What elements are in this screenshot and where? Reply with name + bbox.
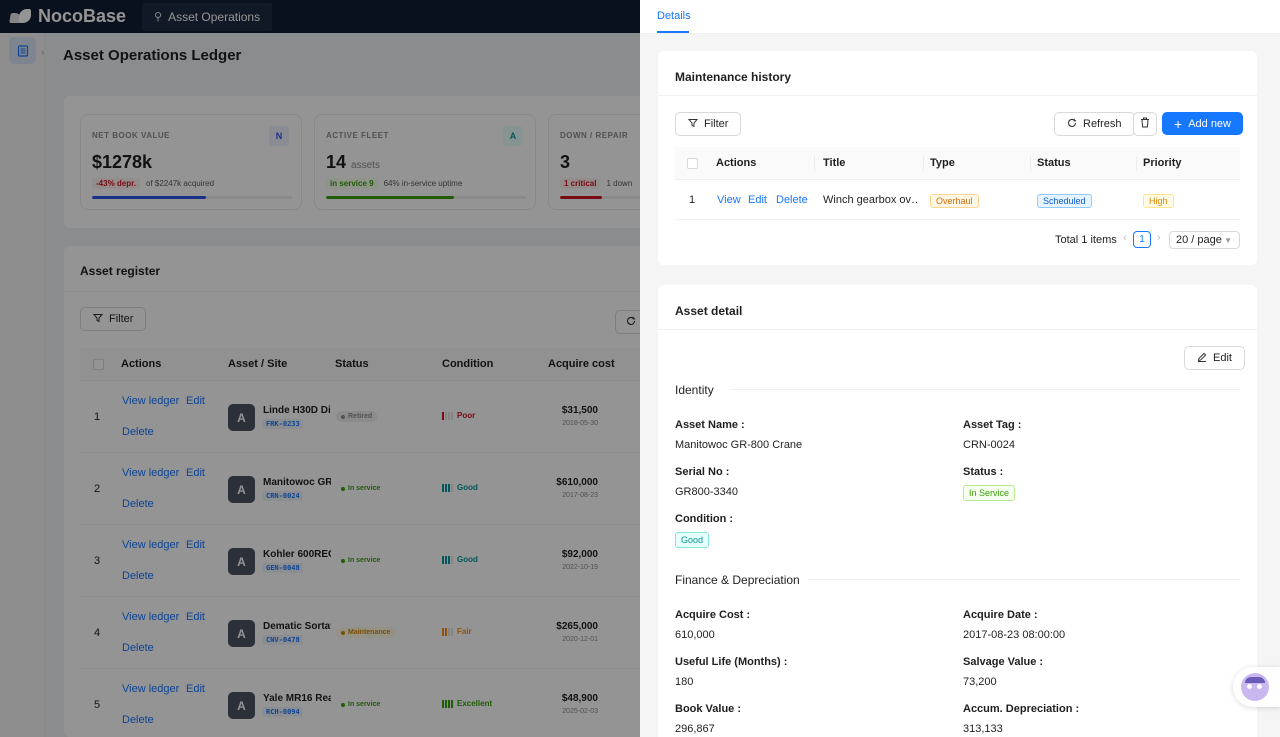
page-size-select[interactable]: 20 / page ▼ [1169, 231, 1240, 249]
card-divider [658, 329, 1257, 330]
useful-life-label: Useful Life (Months) : [675, 656, 788, 668]
status-tag: Scheduled [1037, 194, 1092, 208]
details-drawer: Details Maintenance history Filter Refre… [640, 0, 1280, 737]
column-separator [923, 156, 924, 171]
col-title[interactable]: Title [823, 157, 845, 169]
drawer-mask[interactable] [0, 0, 640, 737]
book-value: 296,867 [675, 723, 715, 735]
chevron-down-icon: ▼ [1224, 235, 1232, 245]
tab-details[interactable]: Details [657, 10, 691, 22]
asset-tag-value: CRN-0024 [963, 439, 1015, 451]
plus-icon: + [1174, 115, 1183, 132]
maintenance-filter-button[interactable]: Filter [675, 112, 742, 136]
identity-section-title: Identity [675, 383, 714, 397]
card-divider [658, 95, 1257, 96]
refresh-button[interactable]: Refresh [1054, 112, 1135, 136]
edit-link[interactable]: Edit [748, 194, 767, 206]
filter-icon [687, 118, 699, 131]
tab-active-indicator [657, 31, 689, 33]
add-new-button[interactable]: + Add new [1162, 112, 1243, 135]
maintenance-table-header: Actions Title Type Status Priority [675, 147, 1240, 180]
column-separator [1030, 156, 1031, 171]
ai-assistant-button[interactable] [1233, 667, 1280, 707]
edit-detail-button[interactable]: Edit [1184, 346, 1245, 370]
view-link[interactable]: View [717, 194, 741, 206]
pencil-icon [1197, 352, 1207, 365]
refresh-icon [1067, 118, 1077, 131]
acquire-cost-label: Acquire Cost : [675, 609, 751, 621]
edit-label: Edit [1213, 352, 1232, 364]
asset-tag-label: Asset Tag : [963, 419, 1022, 431]
column-separator [814, 156, 815, 171]
page-size-value: 20 / page [1176, 234, 1222, 246]
status-label: Status : [963, 466, 1004, 478]
column-separator [1136, 156, 1137, 171]
maintenance-history-card: Maintenance history Filter Refresh + Add… [658, 51, 1257, 265]
serial-value: GR800-3340 [675, 486, 738, 498]
useful-life-value: 180 [675, 676, 694, 688]
trash-icon [1140, 117, 1150, 131]
maintenance-history-title: Maintenance history [675, 70, 792, 84]
acquire-date-label: Acquire Date : [963, 609, 1038, 621]
asset-detail-title: Asset detail [675, 304, 743, 318]
drawer-tabs: Details [640, 0, 1280, 34]
table-row: 1 View Edit Delete Winch gearbox ov… Ove… [675, 180, 1240, 220]
delete-link[interactable]: Delete [776, 194, 808, 206]
asset-name-label: Asset Name : [675, 419, 745, 431]
status-tag: In Service [963, 485, 1016, 501]
salvage-value: 73,200 [963, 676, 997, 688]
acquire-date-value: 2017-08-23 08:00:00 [963, 629, 1066, 641]
col-status[interactable]: Status [1037, 157, 1071, 169]
filter-label: Filter [704, 118, 729, 130]
serial-label: Serial No : [675, 466, 730, 478]
col-priority[interactable]: Priority [1143, 157, 1182, 169]
section-divider [808, 579, 1240, 580]
next-page-icon[interactable]: › [1157, 232, 1161, 244]
asset-name-value: Manitowoc GR-800 Crane [675, 439, 803, 451]
finance-section-title: Finance & Depreciation [675, 573, 800, 587]
bulk-delete-button[interactable] [1133, 112, 1157, 136]
ai-assistant-icon [1241, 673, 1269, 701]
asset-detail-card: Asset detail Edit Identity Asset Name : … [658, 285, 1257, 737]
condition-tag: Good [675, 532, 710, 548]
select-all-checkbox[interactable] [687, 158, 698, 169]
col-actions: Actions [716, 157, 757, 169]
condition-label: Condition : [675, 513, 734, 525]
accum-depreciation-value: 313,133 [963, 723, 1003, 735]
col-type[interactable]: Type [930, 157, 955, 169]
pagination-total: Total 1 items [1055, 234, 1117, 246]
row-index: 1 [689, 194, 696, 206]
type-tag: Overhaul [930, 194, 979, 208]
section-divider [730, 389, 1240, 390]
salvage-value-label: Salvage Value : [963, 656, 1044, 668]
acquire-cost-value: 610,000 [675, 629, 715, 641]
page-1[interactable]: 1 [1133, 231, 1151, 248]
add-new-label: Add new [1188, 117, 1231, 130]
priority-tag: High [1143, 194, 1174, 208]
prev-page-icon[interactable]: ‹ [1123, 232, 1127, 244]
maintenance-title: Winch gearbox ov… [823, 194, 918, 206]
book-value-label: Book Value : [675, 703, 742, 715]
refresh-label: Refresh [1083, 118, 1122, 130]
accum-depreciation-label: Accum. Depreciation : [963, 703, 1080, 715]
